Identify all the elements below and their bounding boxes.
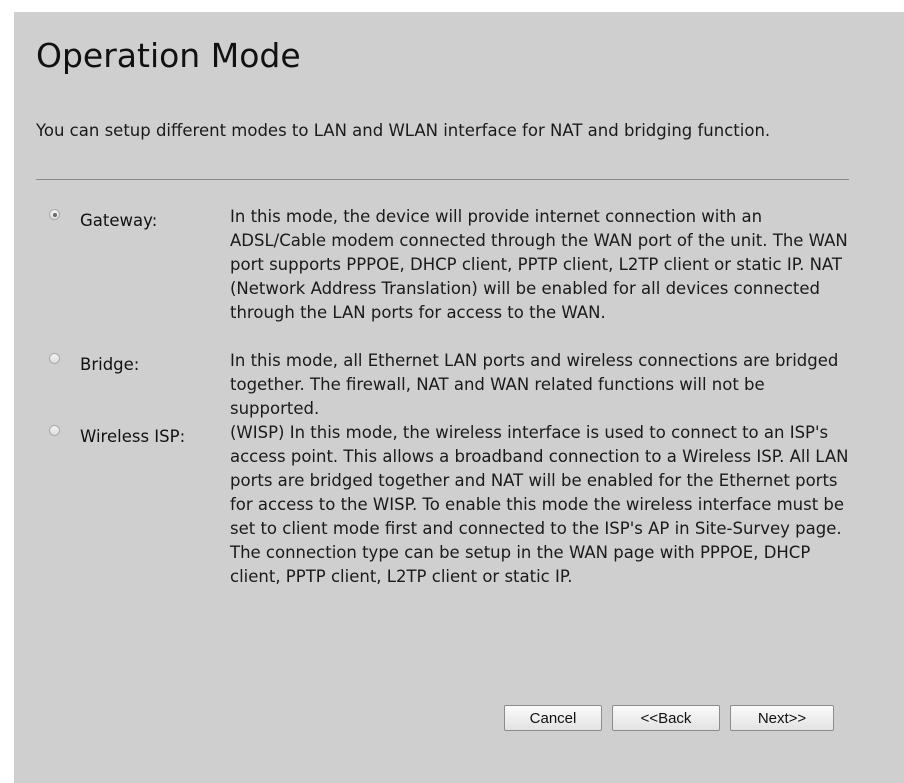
bridge-description: In this mode, all Ethernet LAN ports and… bbox=[230, 351, 839, 418]
gateway-label[interactable]: Gateway: bbox=[80, 209, 157, 233]
bridge-label[interactable]: Bridge: bbox=[80, 353, 139, 377]
wireless-isp-label[interactable]: Wireless ISP: bbox=[80, 425, 185, 449]
gateway-radio[interactable] bbox=[49, 209, 60, 220]
page-title: Operation Mode bbox=[36, 36, 301, 75]
bridge-radio[interactable] bbox=[49, 353, 60, 364]
page-intro: You can setup different modes to LAN and… bbox=[36, 121, 771, 140]
divider bbox=[36, 179, 849, 180]
gateway-description: In this mode, the device will provide in… bbox=[230, 207, 848, 322]
back-button[interactable]: <<Back bbox=[612, 705, 720, 731]
next-button[interactable]: Next>> bbox=[730, 705, 834, 731]
operation-mode-panel: Operation Mode You can setup different m… bbox=[14, 12, 904, 783]
wireless-isp-description: (WISP) In this mode, the wireless interf… bbox=[230, 423, 849, 586]
wizard-buttons: Cancel <<Back Next>> bbox=[504, 705, 834, 731]
cancel-button[interactable]: Cancel bbox=[504, 705, 602, 731]
wireless-isp-radio[interactable] bbox=[49, 425, 60, 436]
